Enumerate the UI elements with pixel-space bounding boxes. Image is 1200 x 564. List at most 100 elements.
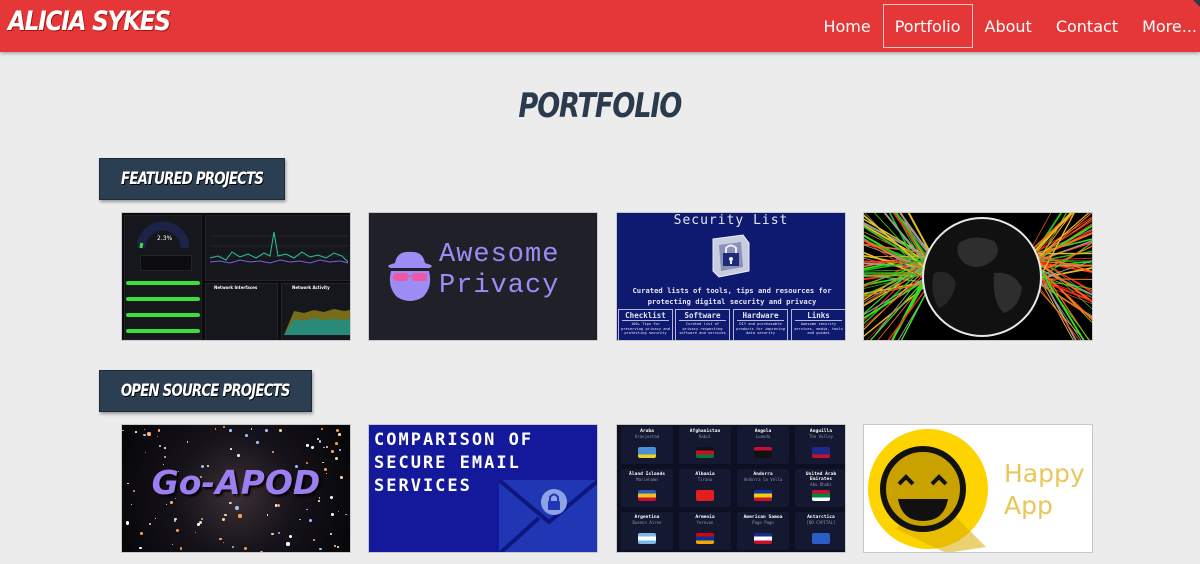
country-capital: Buenos Aires [632,520,662,525]
country-capital: Yerevan [696,520,714,525]
star [221,517,225,521]
flag-icon [638,447,656,458]
star [335,442,338,445]
nav-contact[interactable]: Contact [1044,4,1130,48]
star [243,547,247,550]
country-capital: [NO CAPITAL] [806,520,836,525]
star [144,451,147,453]
nav-portfolio[interactable]: Portfolio [882,4,973,48]
project-thumb-security-list[interactable]: Security List Curated lists of tools, ti… [616,212,846,341]
star [331,513,335,516]
country-card[interactable]: American Samoa Pago Pago [737,512,789,550]
country-card[interactable]: Armenia Yerevan [679,512,731,550]
star [335,428,340,432]
star [229,429,232,432]
star [157,429,160,432]
category-links[interactable]: Links Awesome security services, media, t… [791,309,845,340]
country-card[interactable]: Antarctica [NO CAPITAL] [795,512,845,550]
star [197,523,200,526]
cpu-stats-table [140,255,192,271]
smiley-face-icon [868,429,988,552]
star [163,456,166,458]
network-interfaces-title: Network Interfaces [214,285,258,290]
core-bar [126,313,200,317]
star [330,532,333,535]
title-line: SERVICES [374,476,472,496]
star [345,513,347,516]
star [286,542,290,546]
star [336,545,340,549]
star [176,528,180,532]
star [260,551,264,552]
core-bar [126,281,200,285]
core-bar [126,329,200,333]
country-capital: Abu Dhabi [810,482,832,487]
core-bar [126,297,200,301]
category-desc: 100+ Tips for preserving privacy and pro… [621,322,670,335]
flag-icon [754,447,772,458]
country-card[interactable]: Angola Luanda [737,426,789,464]
country-card[interactable]: Andorra Andorra la Vella [737,469,789,507]
nav-about[interactable]: About [973,4,1044,48]
spy-incognito-icon [388,251,432,301]
title-line: SECURE EMAIL [374,453,521,473]
country-card[interactable]: Albania Tirana [679,469,731,507]
star [157,435,159,437]
flag-icon [638,533,656,544]
category-software[interactable]: Software Curated list of privacy-respecti… [675,309,730,340]
project-thumb-dashboard[interactable]: 2.3% Network Interfaces Network Activity [121,212,351,341]
country-capital: Mariehamn [636,477,658,482]
country-card[interactable]: Argentina Buenos Aires [621,512,673,550]
star [171,543,174,546]
star [140,532,143,535]
globe-ray [1033,265,1090,340]
star [279,428,283,432]
star [216,551,219,552]
nav-home[interactable]: Home [811,4,882,48]
country-card[interactable]: Åland Islands Mariehamn [621,469,673,507]
star [338,433,341,436]
flag-icon [812,447,830,458]
country-card[interactable]: United Arab Emirates Abu Dhabi [795,469,845,507]
project-thumb-secure-email[interactable]: COMPARISON OF SECURE EMAIL SERVICES [368,424,598,553]
star [125,521,129,525]
star [338,449,341,452]
project-thumb-awesome-privacy[interactable]: Awesome Privacy [368,212,598,341]
star [245,434,249,438]
star [130,503,133,506]
star [238,514,242,518]
happy-app-title: Happy App [1004,458,1085,522]
star [194,531,197,534]
open-source-projects-button[interactable]: OPEN SOURCE PROJECTS [99,370,312,412]
project-thumb-go-apod[interactable]: Go-APOD [121,424,351,553]
country-capital: Tirana [697,477,713,482]
project-thumb-countries[interactable]: Aruba Oranjestad Afghanistan Kabul Angola Lua… [616,424,846,553]
country-card[interactable]: Afghanistan Kabul [679,426,731,464]
star [271,532,275,536]
star [278,531,281,534]
category-hardware[interactable]: Hardware DIY and purchasable products for… [733,309,788,340]
country-capital: Andorra la Vella [743,477,783,482]
country-card[interactable]: Aruba Oranjestad [621,426,673,464]
category-desc: DIY and purchasable products for improvi… [736,322,785,335]
featured-projects-button[interactable]: FEATURED PROJECTS [99,158,285,200]
flag-icon [696,533,714,544]
security-list-title: Security List [673,213,789,228]
project-thumb-globe[interactable] [863,212,1093,341]
category-checklist[interactable]: Checklist 100+ Tips for preserving privac… [618,309,673,340]
star [236,453,240,457]
star [331,450,335,454]
country-card[interactable]: Anguilla The Valley [795,426,845,464]
star [337,511,339,513]
brand-logo[interactable]: ALICIA SYKES [8,6,171,37]
star [309,518,313,522]
star [122,429,125,432]
network-interfaces-panel [205,283,278,340]
project-thumb-happy-app[interactable]: Happy App [863,424,1093,553]
category-title: Hardware [737,311,784,321]
gauge-value: 2.3% [157,235,173,242]
star [326,446,328,448]
nav-more[interactable]: More... [1130,4,1200,48]
category-desc: Curated list of privacy-respecting softw… [679,322,726,335]
star [306,444,309,447]
